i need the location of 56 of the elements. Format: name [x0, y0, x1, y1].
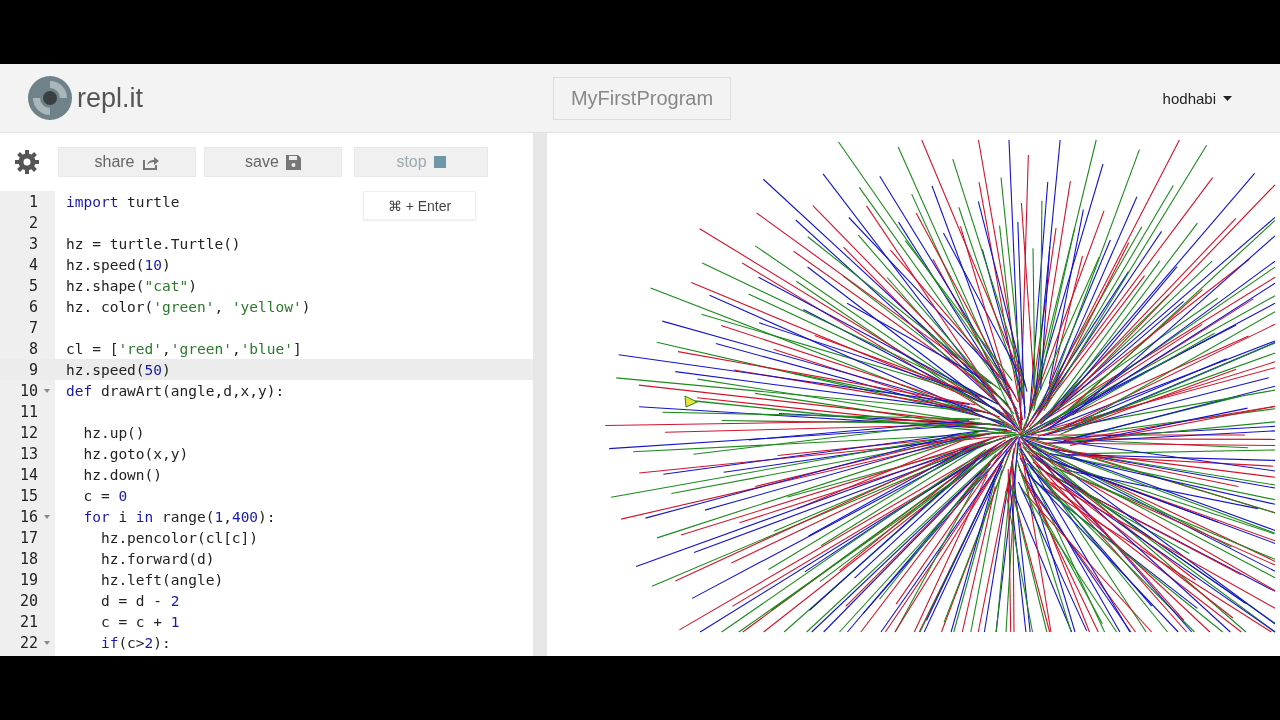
line-number: 18 [18, 549, 38, 568]
code-line: if(c>2): [99, 634, 171, 651]
line-number: 1 [27, 192, 38, 211]
share-icon [141, 154, 160, 170]
code-line: hz.left(angle) [99, 571, 224, 588]
code-line: for i in range(1,400): [82, 508, 276, 525]
stop-icon [433, 156, 446, 168]
code-line: c = 0 [82, 487, 128, 504]
settings-icon[interactable] [14, 149, 40, 175]
shortcut-tooltip: ⌘ + Enter [363, 191, 476, 220]
code-line: hz.shape("cat") [65, 277, 197, 294]
line-number: 9 [27, 360, 38, 379]
code-line: d = d - 2 [99, 592, 180, 609]
code-line: cl = ['red','green','blue'] [65, 340, 302, 357]
line-number: 22 [18, 633, 38, 652]
fold-icon[interactable] [43, 388, 50, 393]
line-number: 3 [27, 234, 38, 253]
code-line: hz.speed(10) [65, 256, 171, 273]
line-number: 21 [18, 612, 38, 631]
line-number: 5 [27, 276, 38, 295]
code-line: hz.speed(50) [65, 361, 171, 378]
line-number: 19 [18, 570, 38, 589]
caret-icon [1223, 95, 1232, 101]
code-line: hz.goto(x,y) [82, 445, 189, 462]
line-number: 12 [18, 423, 38, 442]
line-number: 10 [18, 381, 38, 400]
code-line: hz. color('green', 'yellow') [65, 298, 311, 315]
line-number: 7 [27, 318, 38, 337]
turtle-icon [684, 395, 698, 408]
toolbar-button[interactable]: save [204, 147, 342, 177]
code-line: def drawArt(angle,d,x,y): [65, 382, 285, 399]
line-number: 11 [18, 402, 38, 421]
user-menu[interactable]: hodhabi [1162, 89, 1232, 107]
line-number: 2 [27, 213, 38, 232]
line-number: 20 [18, 591, 38, 610]
fold-icon[interactable] [43, 514, 50, 519]
project-name[interactable]: MyFirstProgram [553, 76, 731, 120]
code-line: hz = turtle.Turtle() [65, 235, 241, 252]
code-line: hz.pencolor(cl[c]) [99, 529, 259, 546]
code-line: hz.down() [82, 466, 163, 483]
line-number: 15 [18, 486, 38, 505]
line-number: 17 [18, 528, 38, 547]
line-number: 4 [27, 255, 38, 274]
line-number: 8 [27, 339, 38, 358]
logo-text: repl.it [77, 82, 144, 114]
toolbar-button[interactable]: share [58, 147, 196, 177]
line-number: 14 [18, 465, 38, 484]
line-number: 16 [18, 507, 38, 526]
code-line: c = c + 1 [99, 613, 180, 630]
fold-icon[interactable] [43, 640, 50, 645]
code-line: hz.up() [82, 424, 145, 441]
line-number: 6 [27, 297, 38, 316]
logo-icon [27, 75, 73, 121]
line-number: 13 [18, 444, 38, 463]
code-line: import turtle [65, 193, 180, 210]
code-line: hz.forward(d) [99, 550, 215, 567]
